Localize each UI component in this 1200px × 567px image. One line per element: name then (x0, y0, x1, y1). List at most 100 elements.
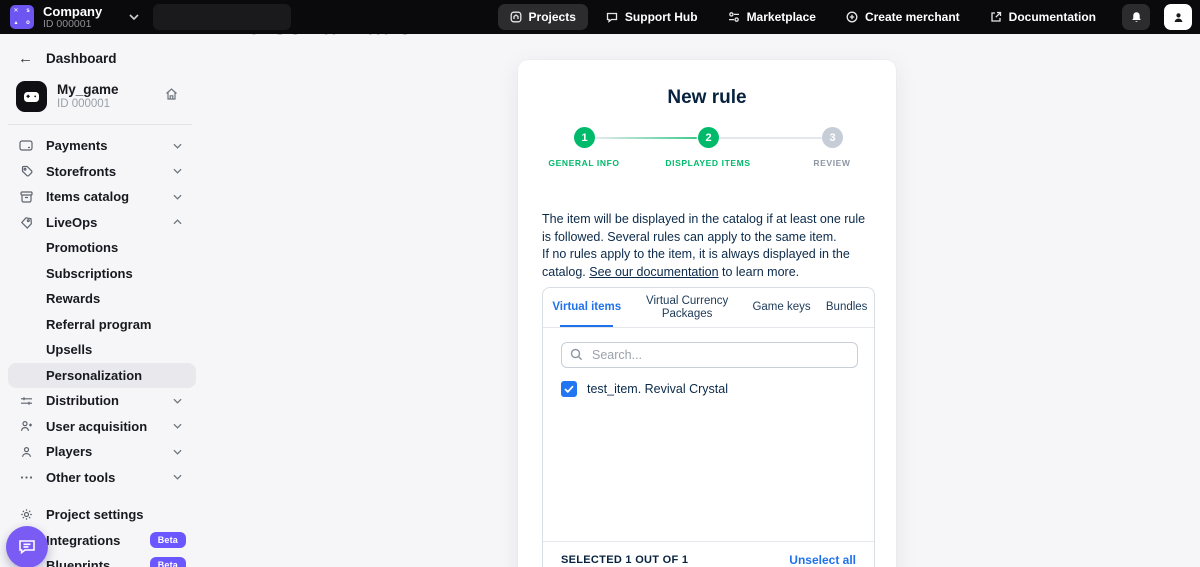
tab-bundles[interactable]: Bundles (819, 288, 874, 327)
sidebar-item-other-tools[interactable]: Other tools (8, 465, 196, 491)
tab-virtual-items[interactable]: Virtual items (543, 288, 630, 327)
chat-launcher-button[interactable] (6, 526, 48, 567)
create-merchant-icon (846, 11, 858, 23)
liveops-tag-icon (18, 216, 34, 229)
xsolla-logo-icon: ✕s▴o (10, 5, 34, 29)
support-hub-label: Support Hub (625, 10, 698, 24)
back-arrow-icon: ← (18, 50, 33, 67)
projects-icon (510, 11, 522, 23)
beta-badge: Beta (150, 557, 186, 567)
step-3-label: REVIEW (772, 158, 892, 168)
ellipsis-icon (18, 476, 34, 479)
back-to-dashboard[interactable]: ← Dashboard (0, 34, 200, 67)
item-type-tabs: Virtual items Virtual Currency Packages … (543, 288, 874, 328)
marketplace-label: Marketplace (747, 10, 816, 24)
step-1-circle[interactable]: 1 (574, 127, 595, 148)
sidebar-item-project-settings[interactable]: Project settings (8, 502, 196, 528)
gamepad-icon (16, 81, 47, 112)
step-2-label: DISPLAYED ITEMS (648, 158, 768, 168)
dashboard-label: Dashboard (46, 51, 117, 66)
unselect-all-link[interactable]: Unselect all (789, 553, 856, 567)
user-icon (1172, 11, 1185, 24)
documentation-link[interactable]: See our documentation (589, 265, 718, 279)
item-row[interactable]: test_item. Revival Crystal (561, 381, 856, 397)
item-label: test_item. Revival Crystal (587, 382, 728, 396)
chevron-down-icon[interactable] (129, 14, 139, 20)
topbar-placeholder (153, 4, 291, 30)
search-icon (570, 348, 583, 361)
chevron-down-icon (173, 194, 182, 200)
card-icon (18, 140, 34, 151)
sidebar-item-referral-program[interactable]: Referral program (8, 312, 196, 338)
rule-description: The item will be displayed in the catalo… (542, 211, 874, 281)
new-rule-modal: New rule 1 2 3 GENERAL INFO DISPLAYED IT… (518, 60, 896, 567)
support-hub-icon (606, 11, 618, 23)
project-id: ID 000001 (57, 97, 119, 111)
chevron-down-icon (173, 423, 182, 429)
selection-footer: SELECTED 1 OUT OF 1 Unselect all (543, 541, 874, 567)
sidebar-item-subscriptions[interactable]: Subscriptions (8, 261, 196, 287)
step-1-label: GENERAL INFO (524, 158, 644, 168)
person-icon (18, 446, 34, 458)
support-hub-button[interactable]: Support Hub (594, 4, 710, 30)
marketplace-icon (728, 11, 740, 23)
sliders-icon (18, 396, 34, 406)
sidebar-menu: Payments Storefronts Items catalog LiveO… (0, 131, 200, 567)
tab-game-keys[interactable]: Game keys (744, 288, 820, 327)
chevron-down-icon (173, 449, 182, 455)
company-id: ID 000001 (43, 19, 102, 30)
notifications-button[interactable] (1122, 4, 1150, 30)
sidebar-divider (8, 124, 192, 125)
home-icon[interactable] (165, 88, 178, 100)
user-plus-icon (18, 420, 34, 432)
company-switcher[interactable]: ✕s▴o Company ID 000001 (0, 5, 139, 30)
marketplace-button[interactable]: Marketplace (716, 4, 828, 30)
documentation-button[interactable]: Documentation (978, 4, 1108, 30)
storefront-icon (18, 165, 34, 178)
search-input[interactable] (561, 342, 858, 368)
company-name: Company (43, 5, 102, 19)
documentation-icon (990, 11, 1002, 23)
create-merchant-label: Create merchant (865, 10, 960, 24)
projects-button[interactable]: Projects (498, 4, 588, 30)
sidebar-item-items-catalog[interactable]: Items catalog (8, 184, 196, 210)
create-merchant-button[interactable]: Create merchant (834, 4, 972, 30)
sidebar-item-personalization[interactable]: Personalization (8, 363, 196, 389)
chevron-down-icon (173, 398, 182, 404)
chevron-down-icon (173, 168, 182, 174)
chevron-down-icon (173, 143, 182, 149)
chat-bubble-icon (17, 538, 37, 556)
sidebar-item-user-acquisition[interactable]: User acquisition (8, 414, 196, 440)
chevron-down-icon (173, 474, 182, 480)
topbar-nav: Projects Support Hub Marketplace Create … (498, 0, 1192, 34)
projects-label: Projects (529, 10, 576, 24)
selected-count: SELECTED 1 OUT OF 1 (561, 554, 688, 566)
step-connector-2 (719, 137, 822, 139)
gear-icon (18, 508, 34, 521)
wizard-stepper: 1 2 3 GENERAL INFO DISPLAYED ITEMS REVIE… (518, 127, 896, 197)
topbar: ✕s▴o Company ID 000001 Projects Support … (0, 0, 1200, 34)
project-name: My_game (57, 82, 119, 97)
documentation-label: Documentation (1009, 10, 1096, 24)
sidebar-item-storefronts[interactable]: Storefronts (8, 159, 196, 185)
beta-badge: Beta (150, 532, 186, 548)
modal-title: New rule (518, 87, 896, 109)
step-2-circle[interactable]: 2 (698, 127, 719, 148)
sidebar-item-distribution[interactable]: Distribution (8, 388, 196, 414)
sidebar-item-payments[interactable]: Payments (8, 133, 196, 159)
step-3-circle: 3 (822, 127, 843, 148)
chevron-up-icon (173, 219, 182, 225)
account-button[interactable] (1164, 4, 1192, 30)
sidebar-item-upsells[interactable]: Upsells (8, 337, 196, 363)
sidebar-item-promotions[interactable]: Promotions (8, 235, 196, 261)
sidebar: ← Dashboard My_game ID 000001 Payments S… (0, 34, 200, 567)
checkbox-checked-icon[interactable] (561, 381, 577, 397)
sidebar-item-rewards[interactable]: Rewards (8, 286, 196, 312)
tab-virtual-currency-packages[interactable]: Virtual Currency Packages (630, 288, 743, 327)
step-connector-1 (595, 137, 697, 139)
sidebar-item-liveops[interactable]: LiveOps (8, 210, 196, 236)
items-selector: Virtual items Virtual Currency Packages … (542, 287, 875, 567)
sidebar-item-players[interactable]: Players (8, 439, 196, 465)
archive-box-icon (18, 191, 34, 203)
project-card[interactable]: My_game ID 000001 (16, 81, 200, 112)
